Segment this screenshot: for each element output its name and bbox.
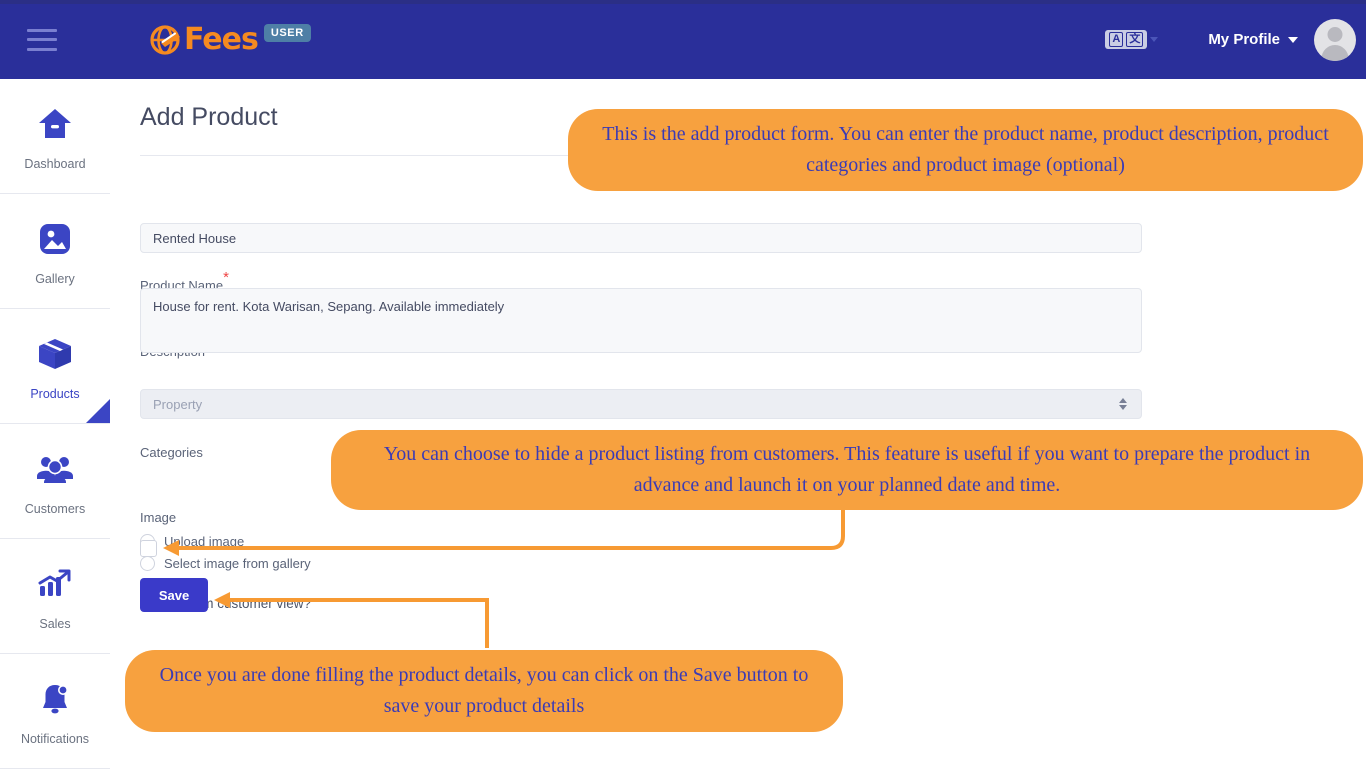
brand-logo[interactable]: Fees USER [149, 21, 311, 57]
active-indicator-triangle [86, 399, 110, 423]
language-right-glyph: 文 [1126, 32, 1144, 47]
categories-selected-value: Property [153, 396, 203, 412]
radio-button-icon [140, 556, 155, 571]
callout-save-button: Once you are done filling the product de… [125, 650, 843, 732]
sidebar-navigation: Dashboard Gallery Products Customers Sal… [0, 79, 111, 769]
sidebar-item-label: Customers [24, 502, 86, 516]
profile-menu-label: My Profile [1208, 31, 1280, 48]
description-textarea[interactable] [140, 288, 1142, 353]
language-translate-icon[interactable]: A 文 [1105, 30, 1159, 49]
image-icon [38, 216, 72, 262]
top-navigation-bar: Fees USER A 文 My Profile [0, 0, 1366, 79]
top-bar-right-group: A 文 My Profile [1105, 0, 1366, 79]
efees-globe-logo-icon [149, 24, 183, 55]
brand-logo-text: Fees [184, 21, 259, 57]
image-label: Image [140, 510, 177, 525]
sidebar-item-label: Sales [39, 617, 71, 631]
select-stepper-icon [1119, 398, 1127, 410]
sidebar-item-dashboard[interactable]: Dashboard [0, 79, 110, 194]
sidebar-item-gallery[interactable]: Gallery [0, 194, 110, 309]
chevron-down-icon [1288, 36, 1298, 43]
save-button[interactable]: Save [140, 578, 208, 612]
radio-select-from-gallery[interactable]: Select image from gallery [140, 556, 311, 571]
user-avatar-icon[interactable] [1314, 18, 1356, 61]
chart-growth-icon [37, 561, 73, 607]
sidebar-item-sales[interactable]: Sales [0, 539, 110, 654]
categories-label: Categories [140, 445, 203, 460]
sidebar-item-customers[interactable]: Customers [0, 424, 110, 539]
sidebar-item-label: Products [30, 387, 80, 401]
categories-select[interactable]: Property [140, 389, 1142, 419]
callout-add-product-form: This is the add product form. You can en… [568, 109, 1363, 191]
radio-label: Select image from gallery [164, 556, 311, 571]
sidebar-item-products[interactable]: Products [0, 309, 110, 424]
bell-icon [38, 676, 72, 722]
sidebar-item-label: Gallery [35, 272, 75, 286]
hamburger-menu-icon[interactable] [27, 28, 57, 51]
box-package-icon [36, 331, 74, 377]
chevron-down-icon [1150, 37, 1159, 42]
sidebar-item-notifications[interactable]: Notifications [0, 654, 110, 769]
sidebar-item-label: Dashboard [24, 157, 86, 171]
required-marker: * [223, 269, 229, 286]
hidden-from-customer-checkbox[interactable] [140, 540, 157, 557]
profile-menu[interactable]: My Profile [1208, 31, 1298, 48]
sidebar-item-label: Notifications [20, 732, 90, 746]
radio-label: Upload image [164, 534, 245, 549]
user-role-badge: USER [263, 23, 311, 42]
page-title: Add Product [140, 103, 278, 131]
product-name-input[interactable] [140, 223, 1142, 253]
callout-hidden-from-customer: You can choose to hide a product listing… [331, 430, 1363, 510]
language-left-glyph: A [1109, 32, 1124, 47]
users-group-icon [36, 446, 74, 492]
home-icon [37, 101, 73, 147]
app-root: Fees USER A 文 My Profile Dashboard Galle… [0, 0, 1366, 769]
